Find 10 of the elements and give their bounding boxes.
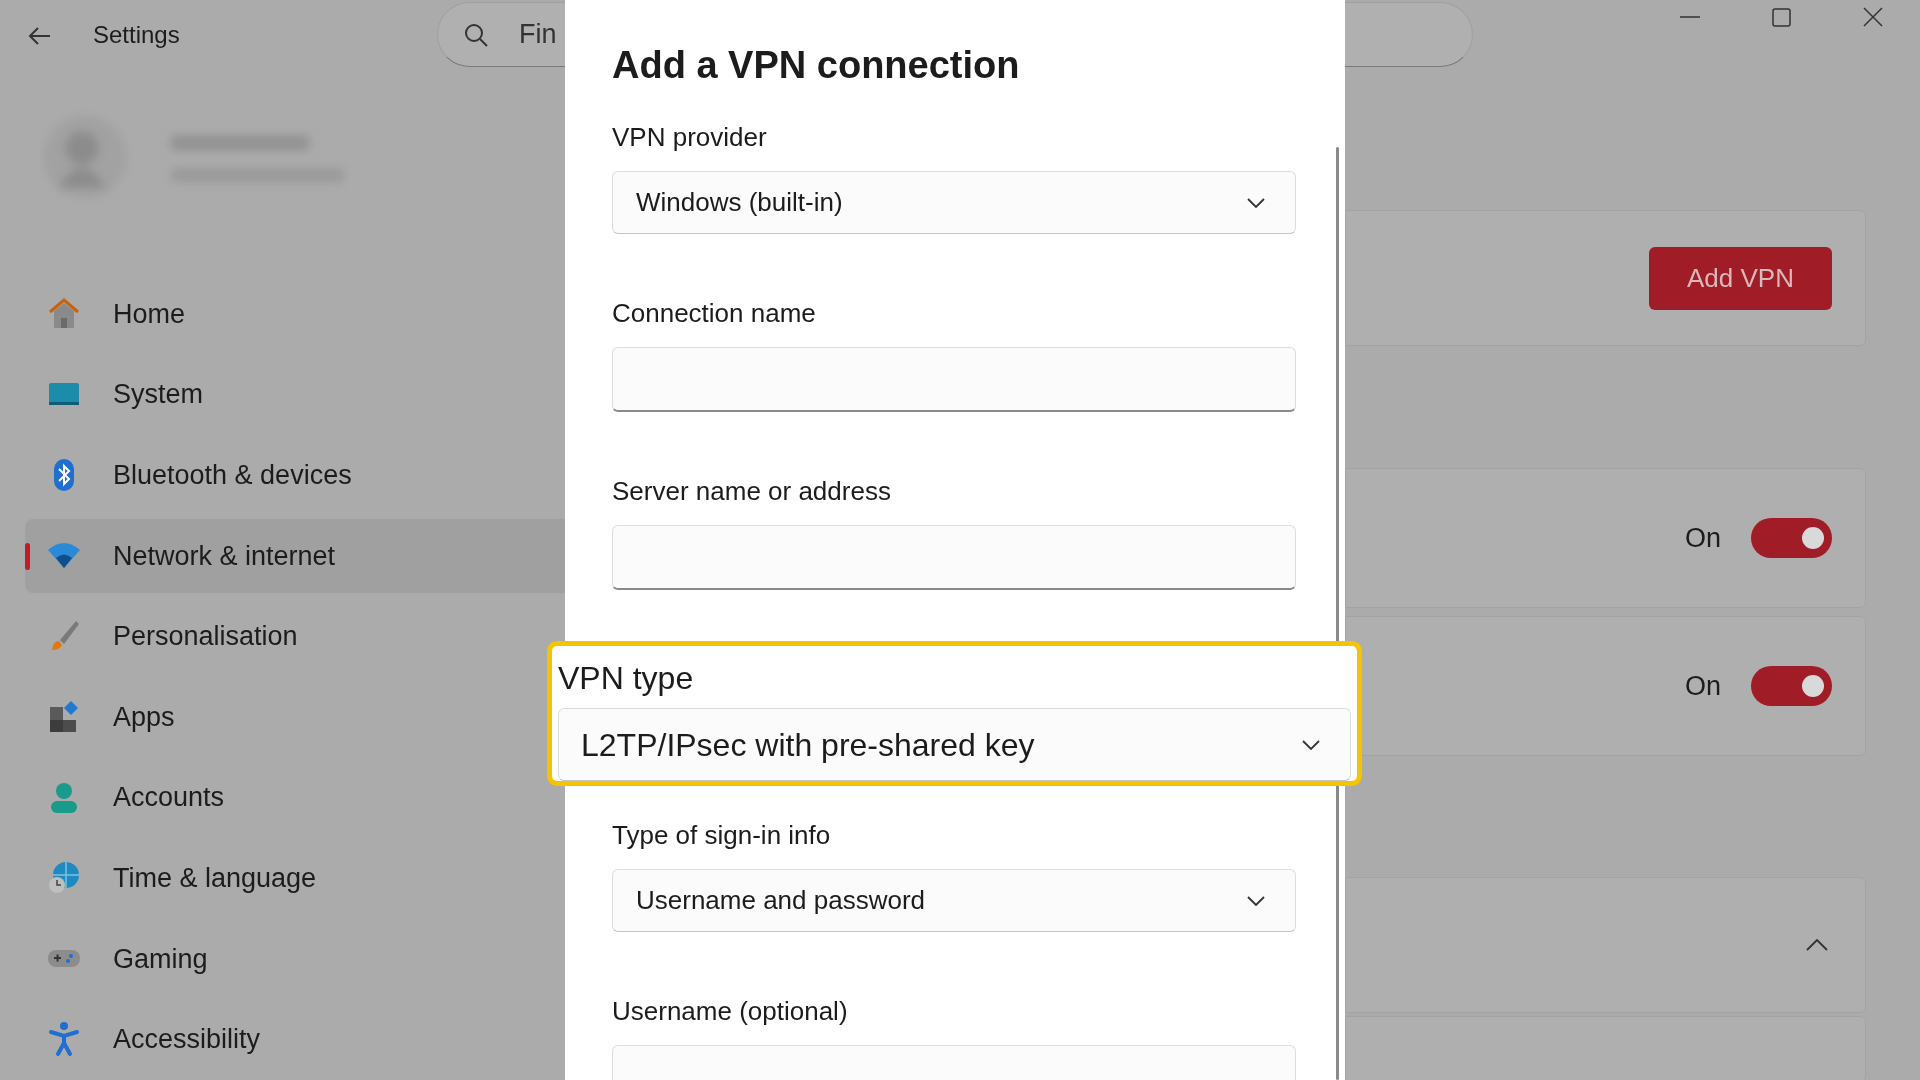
field-label: VPN type	[558, 659, 695, 697]
field-label: Server name or address	[612, 476, 892, 506]
dialog-title: Add a VPN connection	[612, 43, 1021, 88]
field-label: Username (optional)	[612, 996, 849, 1026]
field-label: VPN provider	[612, 122, 768, 152]
field-label: Type of sign-in info	[612, 820, 832, 850]
toggle-state-label: On	[1684, 521, 1721, 555]
window-title: Settings	[93, 21, 180, 49]
field-label: Connection name	[612, 298, 817, 328]
toggle-state-label: On	[1684, 669, 1721, 703]
